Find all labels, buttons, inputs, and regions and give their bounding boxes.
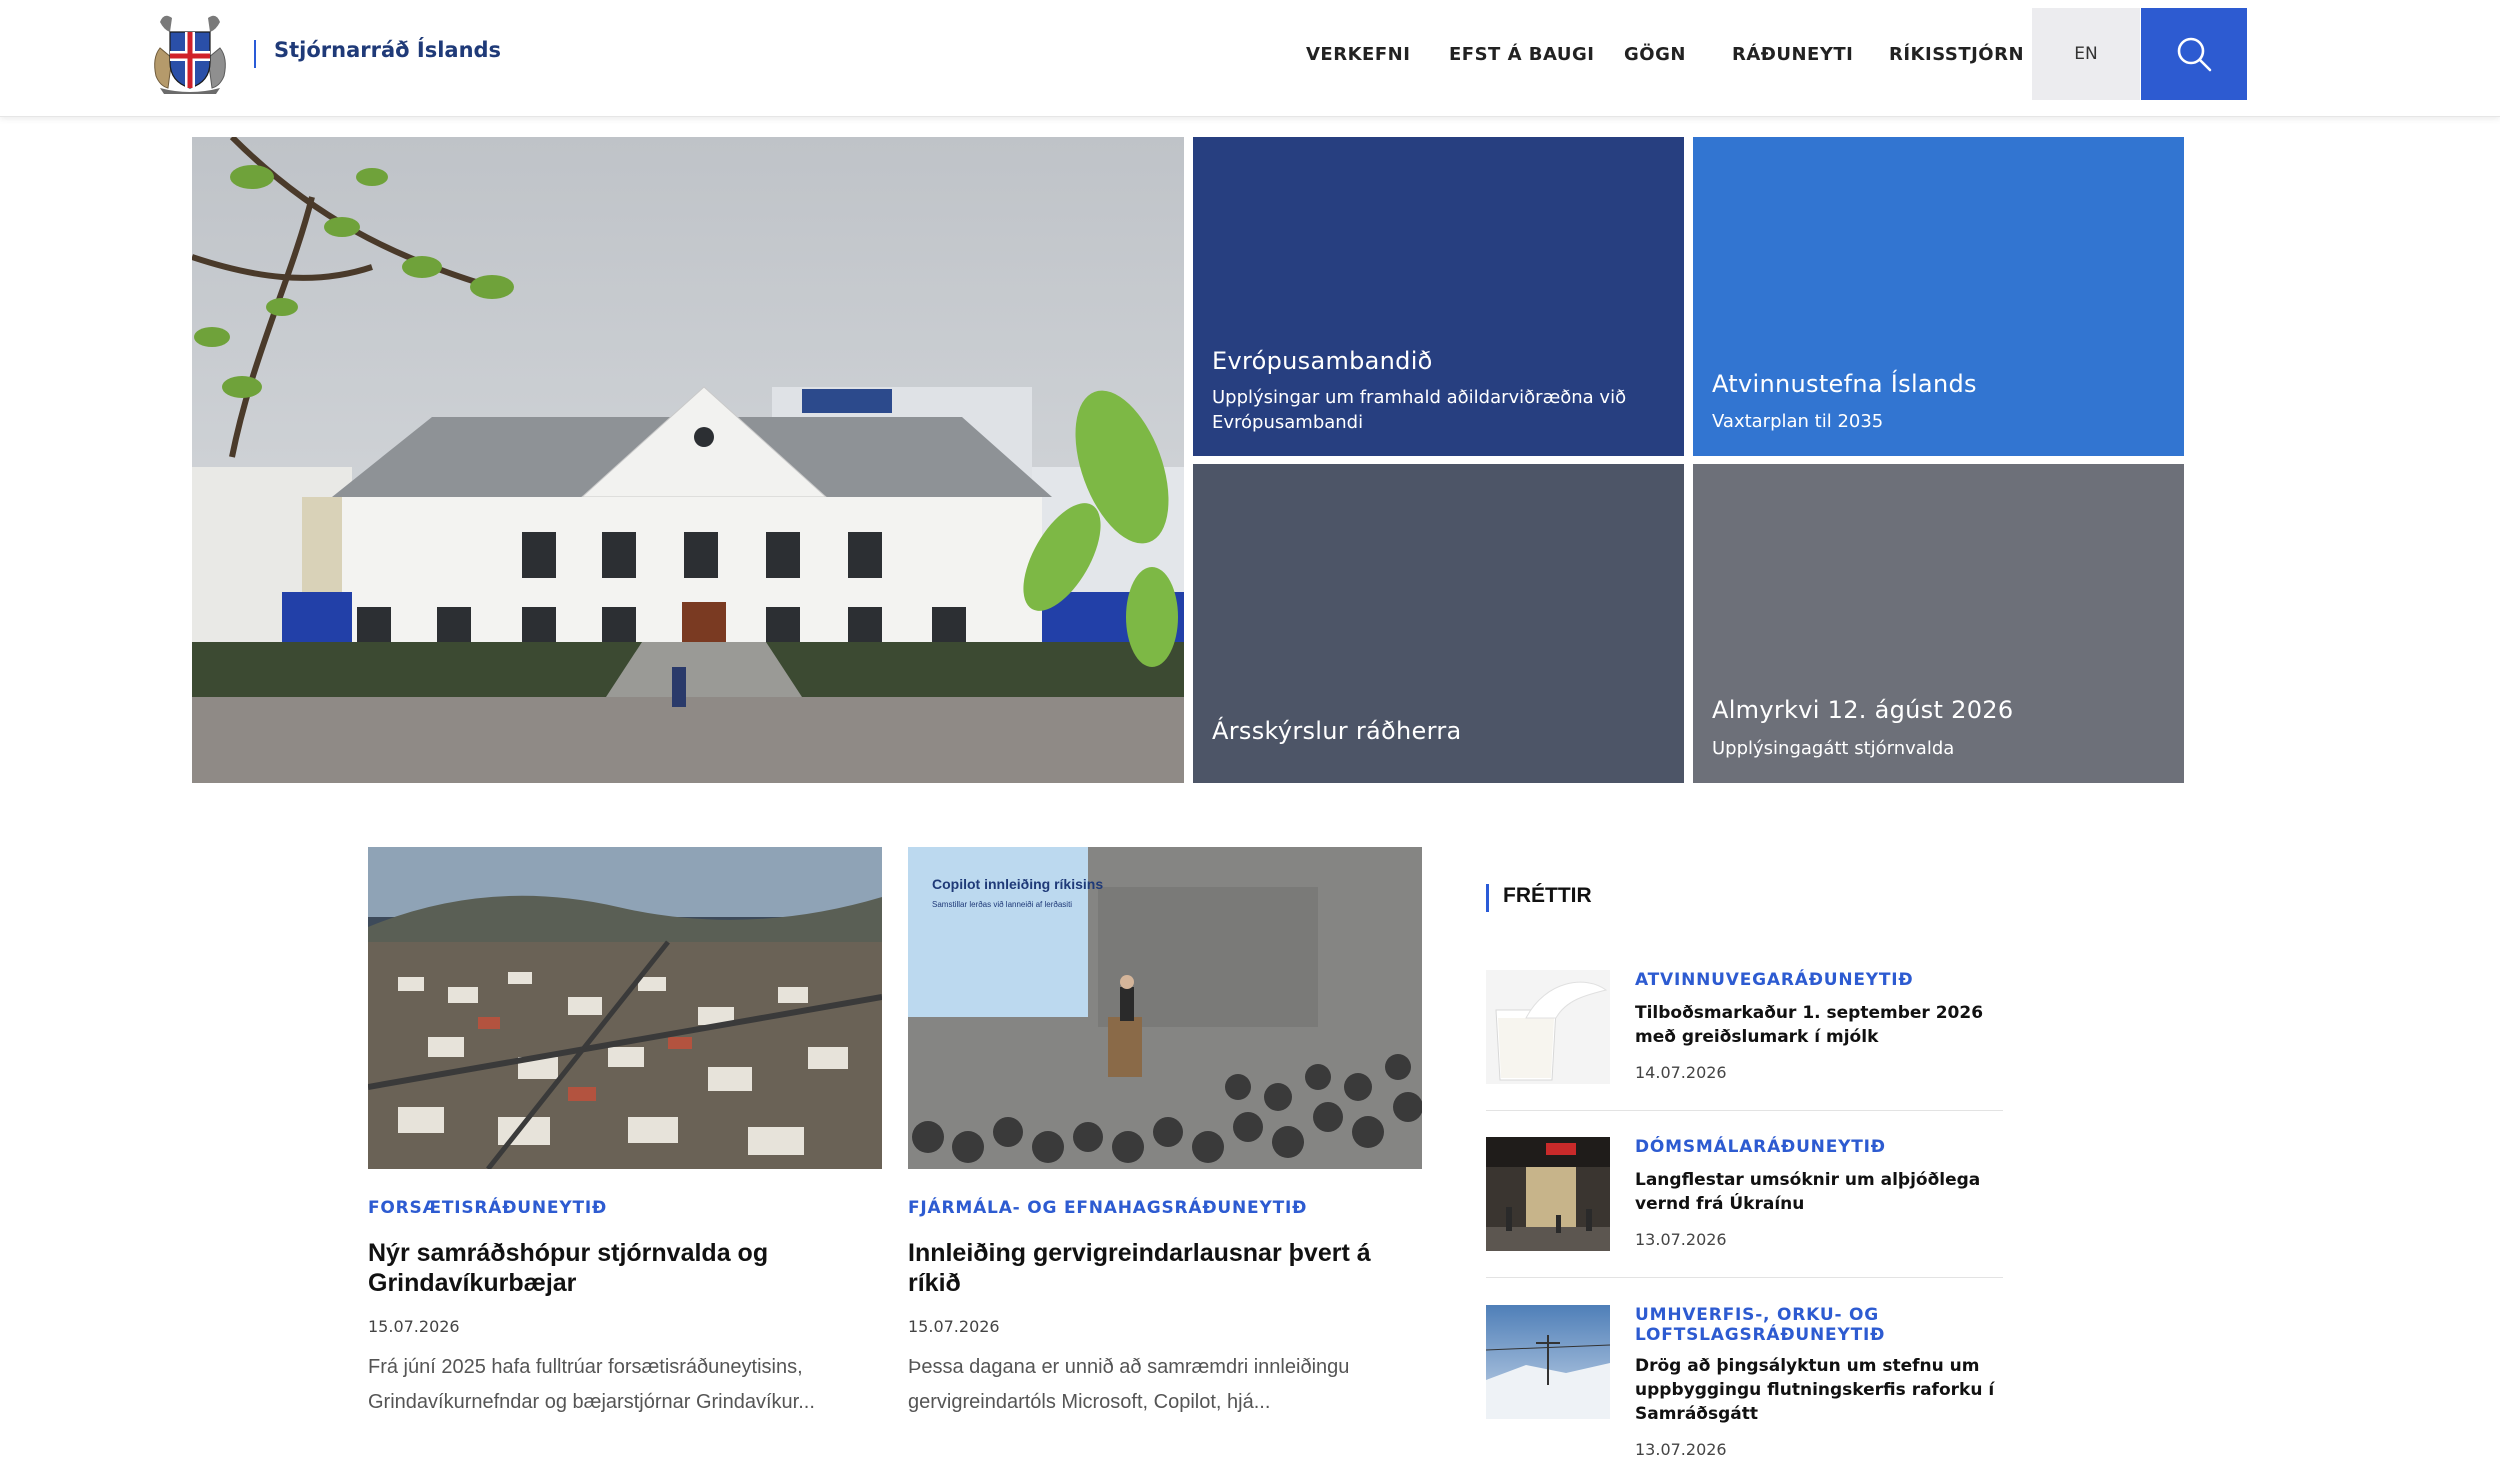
frettir-heading[interactable]: FRÉTTIR	[1503, 884, 1592, 908]
tile-almyrkvi[interactable]: Almyrkvi 12. ágúst 2026 Upplýsingagátt s…	[1693, 464, 2184, 783]
news-date: 13.07.2026	[1635, 1230, 1727, 1249]
news-thumb-milk	[1486, 970, 1610, 1084]
card-excerpt: Frá júní 2025 hafa fulltrúar forsætisráð…	[368, 1356, 815, 1413]
news-date: 14.07.2026	[1635, 1063, 1727, 1082]
card-excerpt: Þessa dagana er unnið að samræmdri innle…	[908, 1356, 1350, 1413]
news-thumb-airport	[1486, 1137, 1610, 1251]
tile-atvinnustefna[interactable]: Atvinnustefna Íslands Vaxtarplan til 203…	[1693, 137, 2184, 456]
logo-divider	[254, 40, 256, 68]
search-button[interactable]	[2141, 8, 2247, 100]
news-title[interactable]: Drög að þingsályktun um stefnu um uppbyg…	[1635, 1354, 2005, 1426]
tile-title: Ársskýrslur ráðherra	[1212, 717, 1462, 745]
news-category[interactable]: ATVINNUVEGARÁÐUNEYTIÐ	[1635, 970, 1995, 990]
language-switch-button[interactable]: EN	[2032, 8, 2140, 100]
language-label: EN	[2074, 44, 2098, 64]
news-divider	[1486, 1277, 2003, 1278]
card-title[interactable]: Nýr samráðshópur stjórnvalda og Grindaví…	[368, 1238, 888, 1298]
news-title[interactable]: Langflestar umsóknir um alþjóðlega vernd…	[1635, 1168, 2005, 1216]
svg-text:Copilot innleiðing ríkisins: Copilot innleiðing ríkisins	[932, 876, 1103, 892]
tile-title: Atvinnustefna Íslands	[1712, 370, 1977, 398]
site-header: Stjórnarráð Íslands VERKEFNI EFST Á BAUG…	[0, 0, 2500, 117]
nav-gogn[interactable]: GÖGN	[1624, 44, 1686, 65]
news-date: 13.07.2026	[1635, 1440, 1727, 1459]
coat-of-arms-logo[interactable]	[150, 8, 230, 94]
hero-photo-government-house	[192, 137, 1184, 783]
news-thumb-power-lines	[1486, 1305, 1610, 1419]
card-image-grindavik-aerial[interactable]	[368, 847, 882, 1169]
news-item[interactable]: ATVINNUVEGARÁÐUNEYTIÐ Tilboðsmarkaður 1.…	[1486, 970, 2003, 1085]
card-date: 15.07.2026	[368, 1317, 460, 1336]
nav-raduneyti[interactable]: RÁÐUNEYTI	[1732, 44, 1853, 65]
news-divider	[1486, 1110, 2003, 1111]
nav-verkefni[interactable]: VERKEFNI	[1306, 44, 1410, 65]
card-category[interactable]: FORSÆTISRÁÐUNEYTIÐ	[368, 1198, 607, 1218]
news-item[interactable]: DÓMSMÁLARÁÐUNEYTIÐ Langflestar umsóknir …	[1486, 1137, 2003, 1252]
tile-title: Evrópusambandið	[1212, 347, 1433, 375]
site-name[interactable]: Stjórnarráð Íslands	[274, 38, 501, 62]
news-item[interactable]: UMHVERFIS-, ORKU- OG LOFTSLAGSRÁÐUNEYTIÐ…	[1486, 1305, 2003, 1465]
news-title[interactable]: Tilboðsmarkaður 1. september 2026 með gr…	[1635, 1001, 2005, 1049]
news-category[interactable]: DÓMSMÁLARÁÐUNEYTIÐ	[1635, 1137, 1995, 1157]
card-category[interactable]: FJÁRMÁLA- OG EFNAHAGSRÁÐUNEYTIÐ	[908, 1198, 1307, 1218]
nav-efst-a-baugi[interactable]: EFST Á BAUGI	[1449, 44, 1594, 65]
card-image-copilot-presentation[interactable]: Copilot innleiðing ríkisins Samstillar l…	[908, 847, 1422, 1169]
search-icon	[2177, 37, 2212, 72]
tile-subtitle: Upplýsingar um framhald aðildarviðræðna …	[1212, 387, 1627, 433]
tile-title: Almyrkvi 12. ágúst 2026	[1712, 696, 2014, 724]
tile-subtitle: Vaxtarplan til 2035	[1712, 411, 1884, 432]
tile-arsskyrslur[interactable]: Ársskýrslur ráðherra	[1193, 464, 1684, 783]
card-date: 15.07.2026	[908, 1317, 1000, 1336]
svg-text:Samstillar lerðas við lanneiði: Samstillar lerðas við lanneiði af lerðas…	[932, 900, 1072, 909]
news-category[interactable]: UMHVERFIS-, ORKU- OG LOFTSLAGSRÁÐUNEYTIÐ	[1635, 1305, 1995, 1345]
frettir-accent-bar	[1486, 884, 1489, 912]
tile-evropusambandid[interactable]: Evrópusambandið Upplýsingar um framhald …	[1193, 137, 1684, 456]
card-title[interactable]: Innleiðing gervigreindarlausnar þvert á …	[908, 1238, 1428, 1298]
nav-rikisstjorn[interactable]: RÍKISSTJÓRN	[1889, 44, 2024, 65]
tile-subtitle: Upplýsingagátt stjórnvalda	[1712, 738, 1955, 759]
